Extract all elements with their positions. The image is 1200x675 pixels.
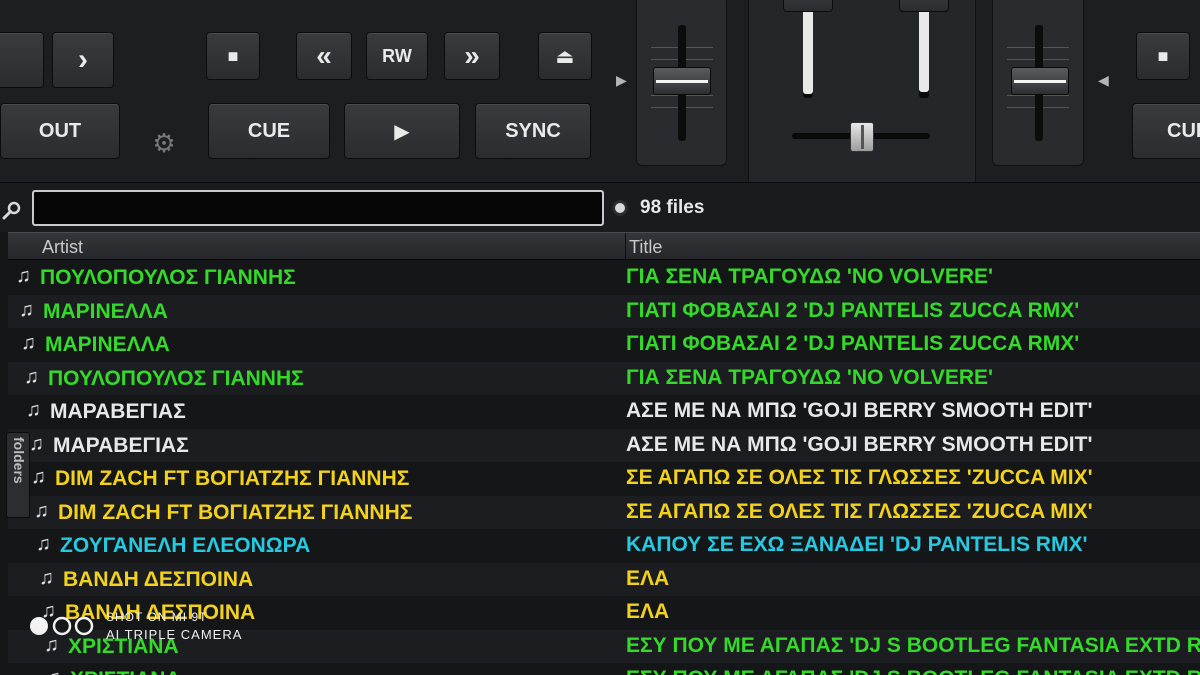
track-title: ΑΣΕ ΜΕ ΝΑ ΜΠΩ 'GOJI BERRY SMOOTH EDIT' [626,399,1093,422]
rewind-button[interactable]: « [296,32,352,80]
table-row[interactable]: ♫ ΜΑΡΙΝΕΛΛΑ ΓΙΑΤΙ ΦΟΒΑΣΑΙ 2 'DJ PANTELIS Z… [8,295,1200,328]
fast-forward-button[interactable]: » [444,32,500,80]
track-title: ΕΛΑ [626,600,670,623]
folders-tab[interactable]: folders [6,432,30,518]
track-artist: ΠΟΥΛΟΠΟΥΛΟΣ ΓΙΑΝΝΗΣ [40,266,296,289]
table-row[interactable]: ♫ ΜΑΡΑΒΕΓΙΑΣ ΑΣΕ ΜΕ ΝΑ ΜΠΩ 'GOJI BERRY SMO… [8,395,1200,428]
track-artist: DIM ZACH FT ΒΟΓΙΑΤΖΗΣ ΓΙΑΝΝΗΣ [55,467,410,490]
right-pitch-fader-panel [992,0,1084,166]
track-artist: ΖΟΥΓΑΝΕΛΗ ΕΛΕΟΝΩΡΑ [60,534,311,557]
right-pitch-fader[interactable] [1011,67,1069,95]
track-artist: ΜΑΡΑΒΕΓΙΑΣ [53,434,189,457]
track-title: ΣΕ ΑΓΑΠΩ ΣΕ ΟΛΕΣ ΤΙΣ ΓΛΩΣΣΕΣ 'ZUCCA MIX' [626,500,1093,523]
cue-button[interactable]: CUE [208,103,330,159]
camera-lenses-icon [30,616,94,636]
column-header-artist[interactable]: Artist [42,237,83,258]
watermark-line-2: AI TRIPLE CAMERA [106,627,243,642]
track-title: ΓΙΑΤΙ ΦΟΒΑΣΑΙ 2 'DJ PANTELIS ZUCCA RMX' [626,299,1080,322]
table-row[interactable]: ♫ ΠΟΥΛΟΠΟΥΛΟΣ ΓΙΑΝΝΗΣ ΓΙΑ ΣΕΝΑ ΤΡΑΓΟΥΔΩ 'N… [8,261,1200,294]
music-note-icon: ♫ [34,500,49,522]
file-count: 98 files [640,197,705,218]
column-header-title[interactable]: Title [629,237,662,258]
music-note-icon: ♫ [19,299,34,321]
track-title: ΑΣΕ ΜΕ ΝΑ ΜΠΩ 'GOJI BERRY SMOOTH EDIT' [626,433,1093,456]
music-note-icon: ♫ [16,265,31,287]
left-volume-fader[interactable] [803,0,813,94]
track-artist: ΜΑΡΙΝΕΛΛΑ [43,300,168,323]
track-title: ΕΣΥ ΠΟΥ ΜΕ ΑΓΑΠΑΣ 'DJ S BOOTLEG FANTASIA… [626,634,1200,657]
search-input[interactable] [32,190,604,226]
track-title: ΓΙΑ ΣΕΝΑ ΤΡΑΓΟΥΔΩ 'NO VOLVERE' [626,366,994,389]
folders-tab-label: folders [11,437,27,484]
table-row[interactable]: ♫ ΧΡΙΣΤΙΑΝΑ ΕΣΥ ΠΟΥ ΜΕ ΑΓΑΠΑΣ 'DJ S BOOTLE… [8,663,1200,675]
track-artist: ΧΡΙΣΤΙΑΝΑ [70,668,181,675]
table-row[interactable]: ♫ ΖΟΥΓΑΝΕΛΗ ΕΛΕΟΝΩΡΑ ΚΑΠΟΥ ΣΕ ΕΧΩ ΞΑΝΑΔΕΙ … [8,529,1200,562]
right-deck-marker-icon: ◀ [1098,72,1109,88]
crossfader[interactable] [850,122,874,152]
left-pitch-fader[interactable] [653,67,711,95]
table-row[interactable]: ♫ ΠΟΥΛΟΠΟΥΛΟΣ ΓΙΑΝΝΗΣ ΓΙΑ ΣΕΝΑ ΤΡΑΓΟΥΔΩ 'N… [8,362,1200,395]
track-artist: DIM ZACH FT ΒΟΓΙΑΤΖΗΣ ΓΙΑΝΝΗΣ [58,501,413,524]
search-icon [2,201,21,220]
next-button[interactable]: › [52,32,114,88]
left-volume-cap[interactable] [783,0,833,12]
table-row[interactable]: ♫ DIM ZACH FT ΒΟΓΙΑΤΖΗΣ ΓΙΑΝΝΗΣ ΣΕ ΑΓΑΠΩ Σ… [8,462,1200,495]
music-note-icon: ♫ [29,433,44,455]
out-button[interactable]: OUT [0,103,120,159]
track-title: ΓΙΑ ΣΕΝΑ ΤΡΑΓΟΥΔΩ 'NO VOLVERE' [626,265,994,288]
sync-button[interactable]: SYNC [475,103,591,159]
track-artist: ΜΑΡΙΝΕΛΛΑ [45,333,170,356]
right-volume-cap[interactable] [899,0,949,12]
track-title: ΣΕ ΑΓΑΠΩ ΣΕ ΟΛΕΣ ΤΙΣ ΓΛΩΣΣΕΣ 'ZUCCA MIX' [626,466,1093,489]
play-button[interactable]: ▶ [344,103,460,159]
camera-watermark: SHOT ON MI 9T AI TRIPLE CAMERA [28,608,288,648]
table-row[interactable]: ♫ ΜΑΡΙΝΕΛΛΑ ΓΙΑΤΙ ΦΟΒΑΣΑΙ 2 'DJ PANTELIS Z… [8,328,1200,361]
stop-button[interactable]: ■ [206,32,260,80]
track-title: ΚΑΠΟΥ ΣΕ ΕΧΩ ΞΑΝΑΔΕΙ 'DJ PANTELIS RMX' [626,533,1088,556]
track-title: ΕΛΑ [626,567,670,590]
music-note-icon: ♫ [39,567,54,589]
table-row[interactable]: ♫ DIM ZACH FT ΒΟΓΙΑΤΖΗΣ ΓΙΑΝΝΗΣ ΣΕ ΑΓΑΠΩ Σ… [8,496,1200,529]
right-stop-button[interactable]: ■ [1136,32,1190,80]
left-deck-pad[interactable] [0,32,44,88]
deck-controls: › OUT ⚙ ■ « RW » ⏏ CUE ▶ SYNC ▶ ◀ ■ CUE [0,0,1200,182]
music-note-icon: ♫ [46,667,61,675]
eject-button[interactable]: ⏏ [538,32,592,80]
track-artist: ΠΟΥΛΟΠΟΥΛΟΣ ΓΙΑΝΝΗΣ [48,367,304,390]
music-note-icon: ♫ [31,466,46,488]
rw-button[interactable]: RW [366,32,428,80]
left-deck-marker-icon: ▶ [616,72,627,88]
track-artist: ΒΑΝΔΗ ΔΕΣΠΟΙΝΑ [63,568,254,591]
table-row[interactable]: ♫ ΒΑΝΔΗ ΔΕΣΠΟΙΝΑ ΕΛΑ [8,563,1200,596]
table-header: Artist Title [8,232,1200,261]
music-note-icon: ♫ [24,366,39,388]
track-title: ΓΙΑΤΙ ΦΟΒΑΣΑΙ 2 'DJ PANTELIS ZUCCA RMX' [626,332,1080,355]
track-artist: ΜΑΡΑΒΕΓΙΑΣ [50,400,186,423]
music-note-icon: ♫ [21,332,36,354]
table-row[interactable]: ♫ ΜΑΡΑΒΕΓΙΑΣ ΑΣΕ ΜΕ ΝΑ ΜΠΩ 'GOJI BERRY SMO… [8,429,1200,462]
watermark-line-1: SHOT ON MI 9T [106,610,208,624]
right-volume-fader[interactable] [919,0,929,92]
track-title: ΕΣΥ ΠΟΥ ΜΕ ΑΓΑΠΑΣ 'DJ S BOOTLEG FANTASIA… [626,667,1200,675]
settings-gear-icon[interactable]: ⚙ [150,129,178,157]
left-pitch-fader-panel [636,0,727,166]
music-note-icon: ♫ [26,399,41,421]
right-cue-button[interactable]: CUE [1132,103,1200,159]
music-note-icon: ♫ [36,533,51,555]
file-count-icon [612,200,628,216]
mixer [748,0,976,182]
search-bar: 98 files [0,182,1200,232]
